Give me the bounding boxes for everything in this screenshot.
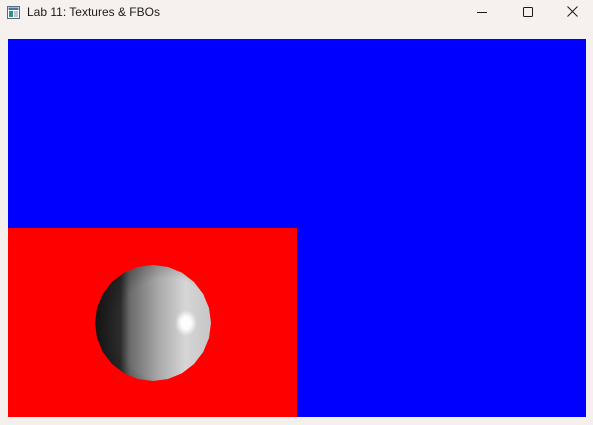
minimize-icon bbox=[477, 4, 487, 22]
window-title: Lab 11: Textures & FBOs bbox=[27, 5, 160, 19]
title-bar[interactable]: Lab 11: Textures & FBOs bbox=[0, 0, 593, 31]
maximize-icon bbox=[523, 4, 533, 22]
render-canvas bbox=[8, 39, 586, 417]
minimize-button[interactable] bbox=[459, 0, 505, 26]
close-icon bbox=[566, 4, 578, 22]
close-button[interactable] bbox=[551, 0, 593, 26]
opengl-viewport[interactable] bbox=[8, 39, 586, 417]
shaded-sphere bbox=[95, 265, 211, 381]
app-window-icon bbox=[7, 6, 20, 19]
maximize-button[interactable] bbox=[505, 0, 551, 26]
app-window: Lab 11: Textures & FBOs bbox=[0, 0, 593, 425]
sphere-specular-highlight bbox=[175, 310, 197, 336]
